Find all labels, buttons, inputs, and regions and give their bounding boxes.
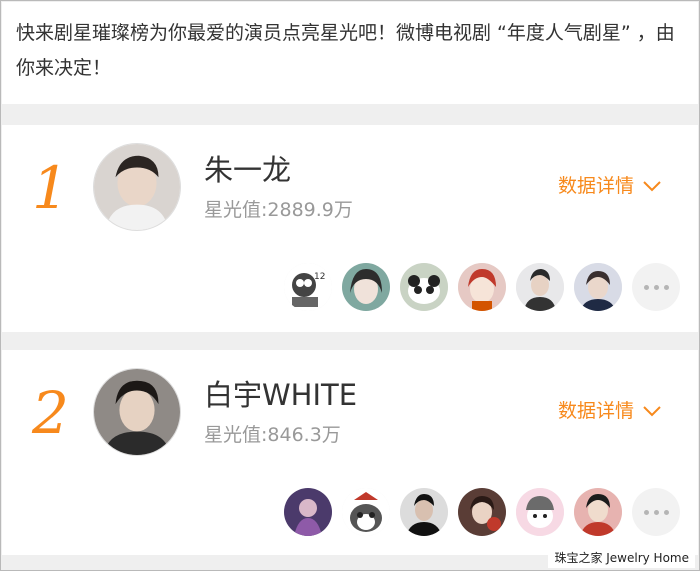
dot-icon	[653, 284, 659, 290]
fan-avatar[interactable]	[342, 488, 390, 536]
fan-avatar[interactable]	[458, 263, 506, 311]
data-detail-link[interactable]: 数据详情	[558, 398, 662, 424]
dot-icon	[663, 509, 669, 515]
data-detail-label: 数据详情	[558, 175, 635, 197]
actor-name: 朱一龙	[204, 153, 292, 187]
fan-avatar[interactable]	[516, 488, 564, 536]
actor-avatar[interactable]	[93, 368, 181, 456]
fan-avatar[interactable]	[400, 263, 448, 311]
fan-avatar[interactable]	[458, 488, 506, 536]
actor-name: 白宇WHITE	[204, 378, 358, 412]
actor-avatar[interactable]	[93, 143, 181, 231]
watermark: 珠宝之家 Jewelry Home	[548, 548, 695, 568]
fan-avatar-list	[284, 488, 680, 536]
star-value: 星光值:2889.9万	[204, 199, 353, 221]
fan-avatar[interactable]	[284, 488, 332, 536]
dot-icon	[653, 509, 659, 515]
more-fans-button[interactable]	[632, 263, 680, 311]
fan-avatar-list: 12	[284, 263, 680, 311]
dot-icon	[643, 284, 649, 290]
ranking-card-1[interactable]: 1 朱一龙 星光值:2889.9万 数据详情 12	[2, 125, 698, 332]
data-detail-label: 数据详情	[558, 400, 635, 422]
chevron-down-icon	[643, 181, 661, 192]
fan-avatar[interactable]	[574, 488, 622, 536]
rank-number: 1	[32, 154, 69, 222]
ranking-card-2[interactable]: 2 白宇WHITE 星光值:846.3万 数据详情	[2, 350, 698, 555]
data-detail-link[interactable]: 数据详情	[558, 173, 662, 199]
page-frame: 快来剧星璀璨榜为你最爱的演员点亮星光吧！微博电视剧 “年度人气剧星” ，由你来决…	[0, 0, 700, 571]
rank-number: 2	[32, 379, 69, 447]
more-fans-button[interactable]	[632, 488, 680, 536]
fan-avatar[interactable]	[400, 488, 448, 536]
star-value: 星光值:846.3万	[204, 424, 341, 446]
dot-icon	[643, 509, 649, 515]
intro-text: 快来剧星璀璨榜为你最爱的演员点亮星光吧！微博电视剧 “年度人气剧星” ，由你来决…	[16, 22, 675, 79]
intro-banner: 快来剧星璀璨榜为你最爱的演员点亮星光吧！微博电视剧 “年度人气剧星” ，由你来决…	[2, 2, 698, 104]
fan-avatar[interactable]: 12	[284, 263, 332, 311]
chevron-down-icon	[643, 406, 661, 417]
fan-avatar[interactable]	[342, 263, 390, 311]
fan-avatar[interactable]	[516, 263, 564, 311]
dot-icon	[663, 284, 669, 290]
fan-avatar[interactable]	[574, 263, 622, 311]
svg-text:12: 12	[314, 272, 325, 282]
